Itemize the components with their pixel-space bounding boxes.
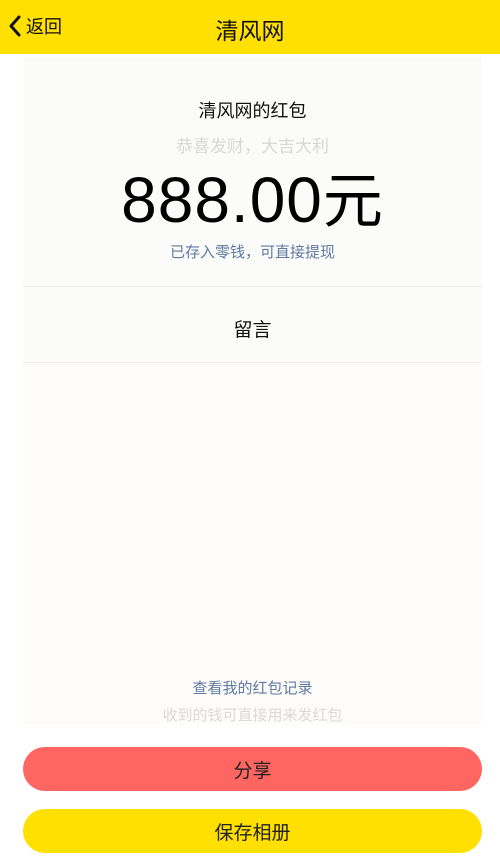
amount-unit: 元 [322, 167, 384, 237]
packet-title: 清风网的红包 [198, 101, 307, 122]
amount-display: 888.00元 [23, 153, 482, 240]
page-title: 清风网 [215, 19, 285, 45]
red-packet-detail-card: 清风网的红包 恭喜发财，大吉大利 888.00元 已存入零钱，可直接提现 留言 … [23, 57, 482, 724]
save-to-album-button[interactable]: 保存相册 [23, 809, 482, 853]
view-records-link[interactable]: 查看我的红包记录 [23, 677, 482, 698]
message-label: 留言 [233, 319, 272, 341]
deposit-note-link[interactable]: 已存入零钱，可直接提现 [23, 241, 482, 262]
divider [23, 362, 482, 363]
top-nav-bar: 返回 清风网 [0, 0, 500, 54]
amount-value: 888.00 [121, 164, 323, 236]
records-subtext: 收到的钱可直接用来发红包 [162, 706, 343, 724]
divider [23, 286, 482, 287]
share-button[interactable]: 分享 [23, 747, 482, 791]
